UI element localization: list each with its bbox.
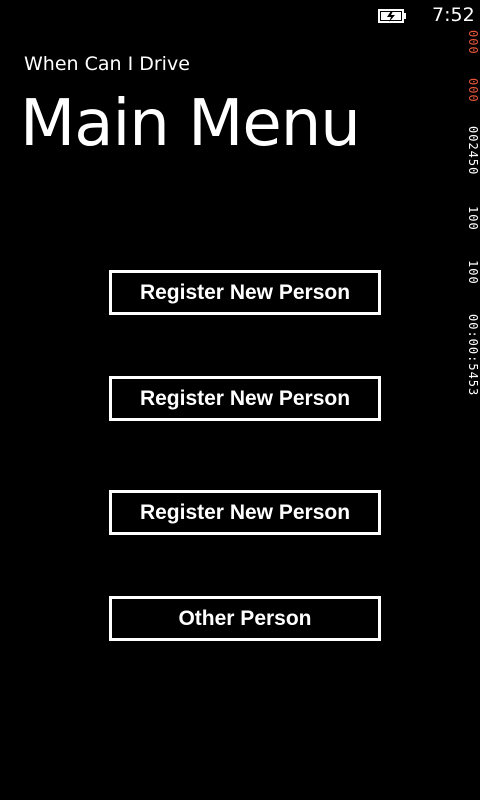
battery-charging-icon (378, 9, 406, 23)
perf-counter: 00:00:5453 (466, 314, 480, 397)
perf-counter: 100 (466, 206, 480, 231)
perf-counter: 002450 (466, 126, 480, 176)
register-new-person-button[interactable]: Register New Person (109, 376, 381, 421)
page-title: Main Menu (20, 87, 361, 161)
register-new-person-button[interactable]: Register New Person (109, 490, 381, 535)
perf-counter: 100 (466, 260, 480, 285)
register-new-person-button[interactable]: Register New Person (109, 270, 381, 315)
frame-rate-counters: 000 000 002450 100 100 00:00:5453 (466, 30, 480, 400)
app-title: When Can I Drive (24, 53, 190, 75)
status-clock: 7:52 (432, 4, 475, 26)
status-bar: 7:52 (0, 0, 480, 32)
perf-counter: 000 (466, 30, 480, 55)
other-person-button[interactable]: Other Person (109, 596, 381, 641)
perf-counter: 000 (466, 78, 480, 103)
